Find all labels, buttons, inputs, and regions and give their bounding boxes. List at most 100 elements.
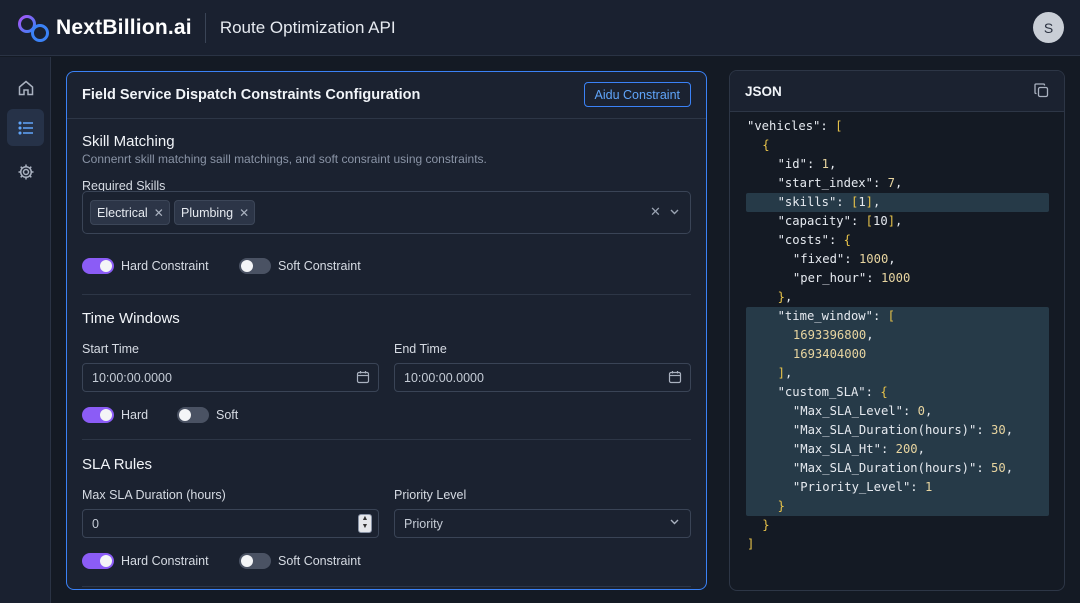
sidebar-item-home[interactable] <box>7 69 44 106</box>
json-line: "Priority_Level": 1 <box>792 480 933 494</box>
skill-soft-constraint-toggle[interactable]: Soft Constraint <box>239 258 361 274</box>
skill-matching-description: Connenrt skill matching saill matchings,… <box>82 152 487 166</box>
json-preview-panel: JSON "vehicles": [ { "id": 1, "start_index"… <box>729 70 1065 591</box>
max-sla-duration-value: 0 <box>92 516 99 531</box>
end-time-value: 10:00:00.0000 <box>404 370 484 385</box>
calendar-icon[interactable] <box>356 370 370 384</box>
time-hard-toggle[interactable]: Hard <box>82 407 148 423</box>
brand-name: NextBillion.ai <box>56 15 192 39</box>
end-time-label: End Time <box>394 342 447 356</box>
toggle-label: Soft Constraint <box>278 259 361 273</box>
sla-rules-title: SLA Rules <box>82 456 153 473</box>
nextbillion-logo-icon <box>18 14 49 42</box>
json-line: "start_index": 7, <box>777 176 903 190</box>
json-line: "Max_SLA_Ht": 200, <box>792 442 925 456</box>
stepper-down-icon[interactable]: ▼ <box>359 523 371 531</box>
toggle-label: Soft <box>216 408 239 422</box>
skill-tag-plumbing: Plumbing ✕ <box>174 200 256 225</box>
json-line: "time_window": [ <box>777 309 895 323</box>
toggle-label: Soft Constraint <box>278 554 361 568</box>
remove-tag-icon[interactable]: ✕ <box>239 206 249 220</box>
start-time-label: Start Time <box>82 342 139 356</box>
json-line: ], <box>777 366 793 380</box>
json-line: "skills": [1], <box>777 195 881 209</box>
json-line: "fixed": 1000, <box>792 252 896 266</box>
json-line: "vehicles": [ <box>747 119 843 133</box>
avatar[interactable]: S <box>1033 12 1064 43</box>
time-windows-section: Time Windows Start Time End Time 10:00:0… <box>82 310 691 423</box>
chevron-down-icon[interactable] <box>669 205 680 220</box>
sidebar <box>0 57 51 603</box>
toggle-label: Hard Constraint <box>121 554 209 568</box>
gear-icon <box>18 164 33 179</box>
time-soft-toggle[interactable]: Soft <box>177 407 238 423</box>
sidebar-item-settings[interactable] <box>7 153 44 190</box>
config-title: Field Service Dispatch Constraints Confi… <box>82 87 421 103</box>
toggle-switch[interactable] <box>177 407 209 423</box>
header-divider <box>204 12 206 43</box>
toggle-switch[interactable] <box>82 553 114 569</box>
skill-matching-section: Skill Matching Connenrt skill matching s… <box>82 133 691 274</box>
json-line: "Max_SLA_Duration(hours)": 50, <box>792 461 1014 475</box>
json-title: JSON <box>745 83 782 99</box>
section-divider <box>82 294 691 295</box>
priority-level-label: Priority Level <box>394 488 467 502</box>
section-divider <box>82 586 691 587</box>
json-header: JSON <box>730 71 1064 112</box>
page-title: Route Optimization API <box>219 17 396 37</box>
json-line: } <box>777 499 785 513</box>
toggle-switch[interactable] <box>82 258 114 274</box>
brand-logo[interactable]: NextBillion.ai <box>16 13 192 43</box>
max-sla-duration-label: Max SLA Duration (hours) <box>82 488 226 502</box>
number-stepper[interactable]: ▲ ▼ <box>358 514 372 533</box>
json-line: "Max_SLA_Level": 0, <box>792 404 933 418</box>
json-line: "costs": { <box>777 233 851 247</box>
sla-soft-constraint-toggle[interactable]: Soft Constraint <box>239 553 361 569</box>
skill-tag-label: Plumbing <box>181 205 234 220</box>
list-icon <box>17 120 33 135</box>
section-divider <box>82 439 691 440</box>
top-bar: NextBillion.ai Route Optimization API S <box>0 0 1080 56</box>
json-line: ] <box>747 537 755 551</box>
config-header: Field Service Dispatch Constraints Confi… <box>67 72 706 119</box>
json-line: }, <box>777 290 793 304</box>
home-icon <box>18 80 33 95</box>
stepper-up-icon[interactable]: ▲ <box>359 515 371 523</box>
copy-icon[interactable] <box>1034 83 1049 98</box>
skill-matching-title: Skill Matching <box>82 133 175 150</box>
required-skills-multiselect[interactable]: Electrical ✕ Plumbing ✕ ✕ <box>82 191 691 234</box>
skill-hard-constraint-toggle[interactable]: Hard Constraint <box>82 258 209 274</box>
toggle-label: Hard <box>121 408 149 422</box>
json-line: "id": 1, <box>777 157 837 171</box>
sidebar-item-constraints[interactable] <box>7 109 44 146</box>
toggle-label: Hard Constraint <box>121 259 209 273</box>
clear-icon[interactable]: ✕ <box>650 204 661 220</box>
priority-level-select[interactable]: Priority <box>394 509 691 538</box>
sla-rules-section: SLA Rules Max SLA Duration (hours) Prior… <box>82 456 691 569</box>
json-line: 1693396800, <box>792 328 874 342</box>
start-time-input[interactable]: 10:00:00.0000 <box>82 363 379 392</box>
toggle-switch[interactable] <box>239 553 271 569</box>
json-line: } <box>762 518 770 532</box>
add-constraint-button[interactable]: Aidu Constraint <box>583 82 691 107</box>
end-time-input[interactable]: 10:00:00.0000 <box>394 363 691 392</box>
json-line: "Max_SLA_Duration(hours)": 30, <box>792 423 1014 437</box>
skill-tag-electrical: Electrical ✕ <box>90 200 170 225</box>
json-line: "per_hour": 1000 <box>792 271 911 285</box>
json-line: "capacity": [10], <box>777 214 903 228</box>
json-line: "custom_SLA": { <box>777 385 888 399</box>
chevron-down-icon[interactable] <box>669 516 680 530</box>
time-windows-title: Time Windows <box>82 310 180 327</box>
remove-tag-icon[interactable]: ✕ <box>154 206 164 220</box>
max-sla-duration-input[interactable]: 0 ▲ ▼ <box>82 509 379 538</box>
toggle-switch[interactable] <box>239 258 271 274</box>
constraints-config-panel: Field Service Dispatch Constraints Confi… <box>66 71 707 590</box>
start-time-value: 10:00:00.0000 <box>92 370 172 385</box>
json-line: 1693404000 <box>792 347 867 361</box>
priority-level-value: Priority <box>404 516 443 531</box>
json-line: { <box>762 138 770 152</box>
skill-tag-label: Electrical <box>97 205 148 220</box>
toggle-switch[interactable] <box>82 407 114 423</box>
calendar-icon[interactable] <box>668 370 682 384</box>
sla-hard-constraint-toggle[interactable]: Hard Constraint <box>82 553 209 569</box>
